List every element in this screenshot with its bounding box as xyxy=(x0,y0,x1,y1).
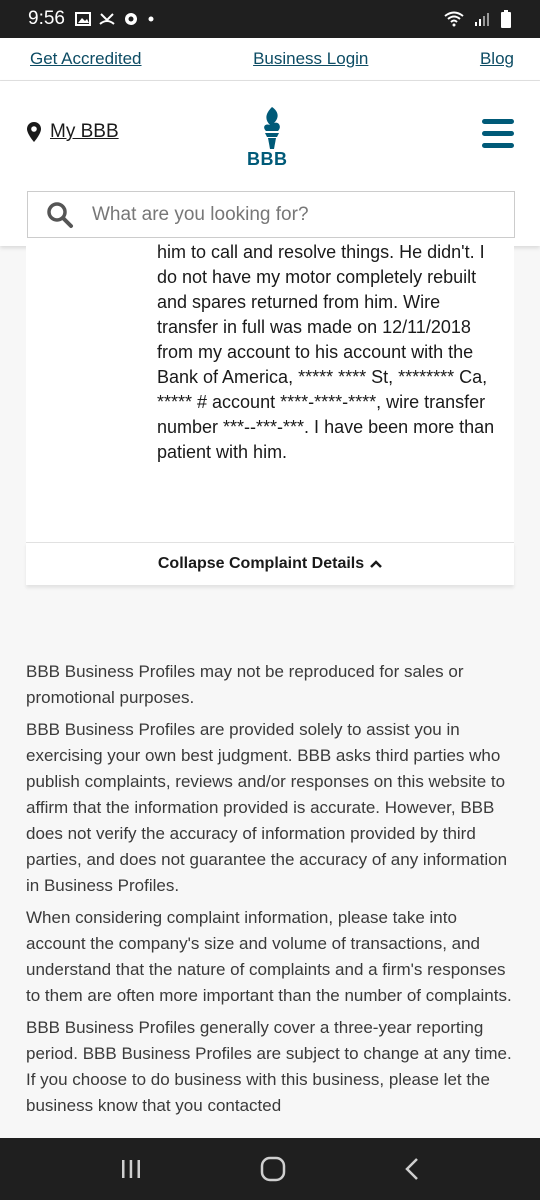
settings-icon xyxy=(124,13,137,25)
business-login-link[interactable]: Business Login xyxy=(253,49,368,69)
disclaimer-paragraph: BBB Business Profiles are provided solel… xyxy=(26,720,508,895)
search-icon[interactable] xyxy=(46,201,74,229)
hamburger-menu-icon[interactable] xyxy=(482,119,516,151)
collapse-label: Collapse Complaint Details xyxy=(157,555,365,572)
location-pin-icon xyxy=(27,122,41,142)
complaint-body: him to call and resolve things. He didn'… xyxy=(157,242,495,462)
back-icon[interactable] xyxy=(403,1157,421,1181)
top-nav: Get Accredited Business Login Blog xyxy=(0,38,540,81)
complaint-card: him to call and resolve things. He didn'… xyxy=(26,242,514,542)
site-header: My BBB BBB xyxy=(0,81,540,246)
battery-icon xyxy=(501,10,511,28)
system-nav-bar xyxy=(0,1138,540,1200)
get-accredited-link[interactable]: Get Accredited xyxy=(30,49,142,69)
missed-call-icon xyxy=(99,13,115,25)
home-icon[interactable] xyxy=(260,1156,286,1182)
complaint-text: him to call and resolve things. He didn'… xyxy=(157,240,502,465)
blog-link[interactable]: Blog xyxy=(480,49,514,69)
recents-icon[interactable] xyxy=(119,1158,143,1180)
chevron-up-icon xyxy=(370,560,383,568)
my-bbb-link[interactable]: My BBB xyxy=(26,121,119,143)
search-bar[interactable] xyxy=(27,191,515,238)
disclaimer-paragraph: When considering complaint information, … xyxy=(26,908,512,1005)
status-right-icons xyxy=(444,10,512,28)
status-time: 9:56 xyxy=(28,8,65,29)
image-icon xyxy=(74,12,91,26)
search-input[interactable] xyxy=(92,203,472,226)
my-bbb-label: My BBB xyxy=(50,121,119,142)
disclaimer-paragraph: BBB Business Profiles generally cover a … xyxy=(26,1018,512,1115)
collapse-complaint-button[interactable]: Collapse Complaint Details xyxy=(26,542,514,585)
status-left-icons xyxy=(74,11,155,27)
dot-icon xyxy=(148,16,154,22)
wifi-icon xyxy=(444,11,464,27)
bbb-logo-text: BBB xyxy=(247,149,288,169)
disclaimer-paragraph: BBB Business Profiles may not be reprodu… xyxy=(26,662,464,707)
disclaimer-section: BBB Business Profiles may not be reprodu… xyxy=(26,659,516,1125)
status-bar: 9:56 xyxy=(0,0,540,38)
signal-icon xyxy=(475,13,489,26)
